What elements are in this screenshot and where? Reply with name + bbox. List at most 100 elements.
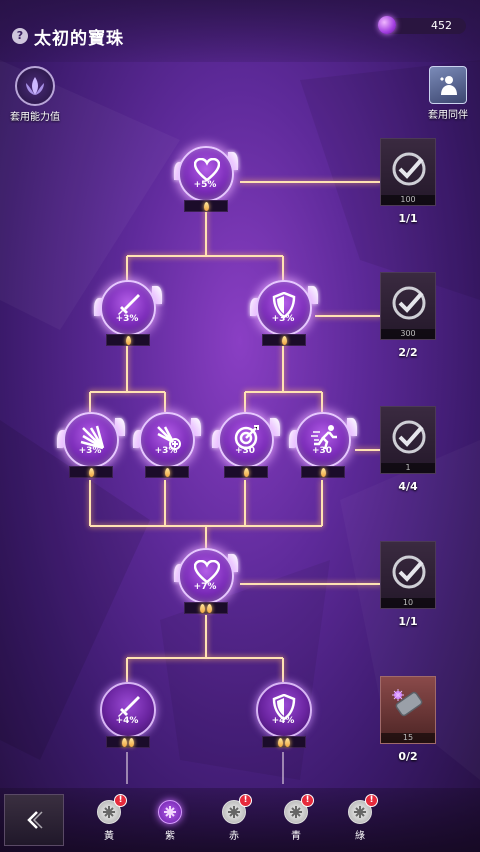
reward-card: 300 [380, 272, 436, 340]
node-level-pips [106, 334, 150, 346]
skill-node-run[interactable]: +30 [287, 408, 357, 486]
node-orb [256, 682, 312, 738]
checkmark-icon [392, 286, 426, 320]
reward-count: 300 [381, 329, 435, 339]
flame-pip-icon [285, 737, 290, 747]
node-value: +30 [311, 446, 333, 456]
purple-gem-icon [378, 16, 396, 34]
node-orb [178, 548, 234, 604]
reward-card: 100 [380, 138, 436, 206]
reward-tier-3[interactable]: 1 4/4 [380, 406, 436, 493]
skill-node-sword-bottom[interactable]: +4% [92, 678, 162, 756]
apply-companion-button[interactable]: 套用同伴 [422, 66, 474, 121]
help-icon[interactable]: ? [12, 28, 28, 44]
skill-node-heart-top[interactable]: +5% [170, 142, 240, 220]
tab-label: 紫 [165, 831, 175, 842]
flame-pip-icon [207, 603, 212, 613]
reward-tier-2[interactable]: 300 2/2 [380, 272, 436, 359]
reward-tier-5[interactable]: 15 0/2 [380, 676, 436, 763]
node-value: +3% [271, 314, 295, 324]
reward-progress: 1/1 [398, 615, 418, 628]
apply-companion-label: 套用同伴 [428, 110, 468, 121]
flame-pip-icon [164, 467, 170, 477]
tab-label: 綠 [355, 831, 365, 842]
flame-pip-icon [122, 737, 127, 747]
node-level-pips [106, 736, 150, 748]
skill-node-sword-mid[interactable]: +3% [92, 276, 162, 354]
skill-node-burst-a[interactable]: +3% [55, 408, 125, 486]
page-title: 太初的寶珠 [34, 29, 124, 49]
node-orb [100, 682, 156, 738]
apply-ability-button[interactable]: 套用能力值 [6, 66, 64, 123]
checkmark-icon [392, 555, 426, 589]
reward-progress: 1/1 [398, 212, 418, 225]
reward-count: 1 [381, 463, 435, 473]
flame-pip-icon [88, 467, 94, 477]
flame-pip-icon [243, 467, 249, 477]
apply-ability-label: 套用能力值 [10, 112, 60, 123]
reward-count: 10 [381, 598, 435, 608]
node-orb [218, 412, 274, 468]
node-level-pips [262, 736, 306, 748]
node-value: +7% [193, 582, 217, 592]
node-orb [256, 280, 312, 336]
skill-node-shield-mid[interactable]: +3% [248, 276, 318, 354]
flame-pip-icon [125, 335, 131, 345]
skill-node-burst-plus[interactable]: +3% [131, 408, 201, 486]
node-value: +3% [78, 446, 102, 456]
scroll-item-icon [392, 689, 423, 717]
reward-card: 1 [380, 406, 436, 474]
flame-pip-icon [281, 335, 287, 345]
reward-progress: 4/4 [398, 480, 418, 493]
lotus-icon [15, 66, 55, 106]
node-level-pips [184, 200, 228, 212]
node-level-pips [69, 466, 113, 478]
skill-node-heart-lower[interactable]: +7% [170, 544, 240, 622]
tab-label: 赤 [229, 831, 239, 842]
orb-gem-icon: ! [97, 794, 127, 824]
checkmark-icon [392, 420, 426, 454]
node-value: +30 [234, 446, 256, 456]
tab-label: 青 [291, 831, 301, 842]
flame-pip-icon [200, 603, 205, 613]
tab-yellow[interactable]: ! 黃 [89, 794, 129, 842]
tab-red[interactable]: ! 赤 [214, 794, 254, 842]
heart-icon [194, 560, 220, 584]
flame-pip-icon [129, 737, 134, 747]
companion-icon [429, 66, 467, 104]
node-level-pips [262, 334, 306, 346]
reward-card: 10 [380, 541, 436, 609]
node-level-pips [224, 466, 268, 478]
notification-badge: ! [301, 794, 314, 807]
skill-node-shield-bottom[interactable]: +4% [248, 678, 318, 756]
currency-value: 452 [431, 19, 452, 32]
tab-purple[interactable]: 紫 [150, 800, 190, 842]
heart-icon [194, 158, 220, 182]
node-value: +5% [193, 180, 217, 190]
tab-green[interactable]: ! 綠 [340, 794, 380, 842]
flame-pip-icon [203, 201, 209, 211]
tab-blue[interactable]: ! 青 [276, 794, 316, 842]
tab-label: 黃 [104, 831, 114, 842]
chevron-left-icon [27, 811, 43, 829]
back-button[interactable] [4, 794, 64, 846]
notification-badge: ! [239, 794, 252, 807]
reward-tier-1[interactable]: 100 1/1 [380, 138, 436, 225]
reward-card: 15 [380, 676, 436, 744]
node-orb [100, 280, 156, 336]
reward-tier-4[interactable]: 10 1/1 [380, 541, 436, 628]
reward-count: 100 [381, 195, 435, 205]
node-orb [295, 412, 351, 468]
node-value: +3% [115, 314, 139, 324]
node-value: +3% [154, 446, 178, 456]
checkmark-icon [392, 152, 426, 186]
currency-display: 452 [378, 16, 466, 34]
skill-node-target[interactable]: +30 [210, 408, 280, 486]
notification-badge: ! [365, 794, 378, 807]
orb-gem-icon [158, 800, 182, 824]
notification-badge: ! [114, 794, 127, 807]
flame-pip-icon [278, 737, 283, 747]
node-level-pips [184, 602, 228, 614]
orb-gem-icon: ! [348, 794, 378, 824]
node-orb [63, 412, 119, 468]
